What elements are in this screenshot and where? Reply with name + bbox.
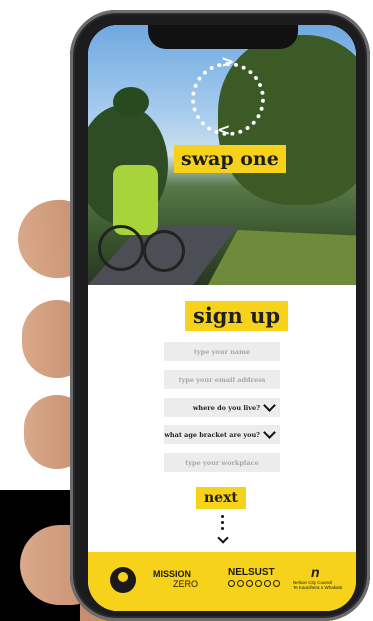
hero-photo: > < swap one <box>88 25 356 285</box>
next-button[interactable]: next <box>196 487 246 509</box>
workplace-input[interactable] <box>164 453 280 472</box>
grass-verge <box>208 230 356 285</box>
chevron-down-icon <box>263 426 276 439</box>
age-bracket-select[interactable]: what age bracket are you? <box>164 425 280 444</box>
location-select[interactable]: where do you live? <box>164 398 280 417</box>
council-mark-icon: n <box>311 564 320 580</box>
hero-title: swap one <box>174 145 286 173</box>
age-select-label: what age bracket are you? <box>164 430 260 439</box>
email-input[interactable] <box>164 370 280 389</box>
chevron-down-icon <box>217 532 229 544</box>
partner-logos-footer: MISSION ZERO NELSUST n Nelson City Counc… <box>88 552 356 611</box>
bike-wheel <box>143 230 185 272</box>
phone-screen: > < swap one sign up where do you live? … <box>88 25 356 611</box>
palm-tree <box>113 87 149 117</box>
bike-wheel <box>98 225 144 271</box>
chevron-down-icon <box>263 399 276 412</box>
swap-arrows-icon: > < <box>191 54 265 139</box>
arrow-left-icon: < <box>217 120 231 139</box>
scroll-down-indicator <box>221 515 225 533</box>
mission-zero-logo: MISSION ZERO <box>153 569 199 589</box>
nelson-city-council-logo: n Nelson City Council Te Kaunihera o Wha… <box>293 564 343 590</box>
name-input[interactable] <box>164 342 280 361</box>
location-select-label: where do you live? <box>192 403 260 412</box>
arrow-right-icon: > <box>221 52 235 71</box>
signup-title: sign up <box>185 301 289 331</box>
phone-notch <box>148 25 298 49</box>
nelsust-logo: NELSUST <box>228 567 280 587</box>
social-icons <box>228 580 280 587</box>
partner-seal-logo <box>110 567 136 593</box>
